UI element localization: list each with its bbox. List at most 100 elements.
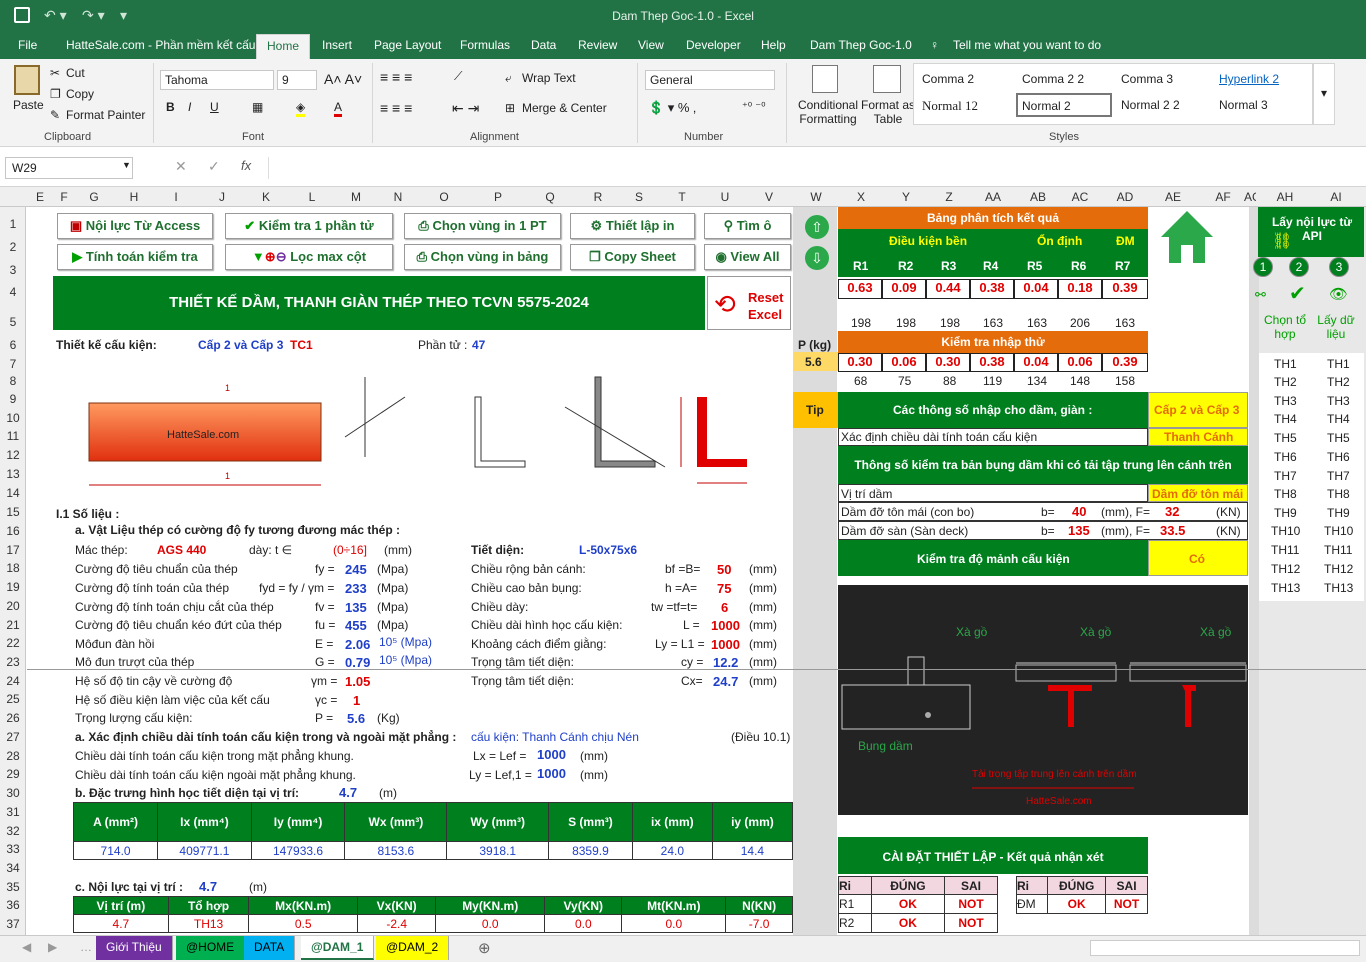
row-header[interactable]: 8	[0, 374, 26, 388]
conditional-formatting-icon[interactable]	[812, 65, 838, 93]
tab-dam-thep[interactable]: Dam Thep Goc-1.0	[810, 38, 912, 52]
reset-excel-button[interactable]: ⟲ Reset Excel	[707, 276, 791, 330]
list-item[interactable]: TH7	[1327, 469, 1350, 483]
list-item[interactable]: TH1	[1327, 357, 1350, 371]
roof-f-value[interactable]: 32	[1165, 504, 1179, 519]
trial-r4[interactable]: 0.38	[970, 353, 1014, 372]
trial-r7[interactable]: 0.39	[1102, 353, 1148, 372]
copy-button[interactable]: Copy	[66, 87, 94, 101]
list-item[interactable]: TH9	[1327, 506, 1350, 520]
length-calc-value[interactable]: Thanh Cánh	[1164, 430, 1233, 444]
tab-formulas[interactable]: Formulas	[460, 38, 510, 52]
row-header[interactable]: 10	[0, 411, 26, 425]
list-item[interactable]: TH10	[1271, 524, 1300, 538]
result-r4[interactable]: 0.38	[970, 279, 1014, 299]
row-header[interactable]: 15	[0, 505, 26, 519]
wrap-text-icon[interactable]: ⤶	[505, 71, 512, 86]
home-icon[interactable]	[1157, 207, 1217, 267]
col-header[interactable]: N	[388, 190, 408, 204]
tab-data-sheet[interactable]: DATA	[244, 936, 296, 960]
list-item[interactable]: TH4	[1327, 412, 1350, 426]
col-header[interactable]: AA	[981, 190, 1005, 204]
styles-more-icon[interactable]: ▾	[1313, 63, 1335, 125]
link-small-icon[interactable]: ⚯	[1255, 287, 1266, 303]
list-item[interactable]: TH11	[1324, 543, 1352, 557]
style-comma-2-2[interactable]: Comma 2 2	[1022, 72, 1084, 86]
col-header[interactable]: AE	[1161, 190, 1185, 204]
col-header[interactable]: P	[488, 190, 508, 204]
tab-review[interactable]: Review	[578, 38, 617, 52]
check-element-button[interactable]: ✔ Kiểm tra 1 phần tử	[225, 213, 393, 239]
deck-b-value[interactable]: 135	[1068, 523, 1090, 538]
borders-icon[interactable]: ▦	[252, 100, 263, 114]
tab-data[interactable]: Data	[531, 38, 556, 52]
api-forces-button[interactable]: Lấy nội lực từ API ⛓	[1258, 207, 1364, 257]
col-header[interactable]: AG	[1244, 190, 1256, 204]
enter-icon[interactable]: ✓	[208, 158, 220, 175]
weight-value[interactable]: 5.6	[805, 355, 822, 369]
arrow-up-icon[interactable]: ⇧	[805, 215, 829, 239]
copy-sheet-button[interactable]: ❐ Copy Sheet	[570, 244, 695, 270]
row-header[interactable]: 32	[0, 824, 26, 838]
list-item[interactable]: TH12	[1271, 562, 1300, 576]
grow-font-icon[interactable]: A˄ A˅	[324, 71, 362, 87]
row-header[interactable]: 1	[0, 217, 26, 231]
trial-r6[interactable]: 0.06	[1058, 353, 1102, 372]
list-item[interactable]: TH2	[1274, 375, 1297, 389]
conditional-formatting-button[interactable]: Conditional Formatting	[796, 98, 860, 126]
result-r6[interactable]: 0.18	[1058, 279, 1102, 299]
tab-view[interactable]: View	[638, 38, 664, 52]
col-header[interactable]: L	[302, 190, 322, 204]
col-header[interactable]: R	[588, 190, 608, 204]
access-forces-button[interactable]: ▣ Nội lực Từ Access	[57, 213, 213, 239]
trial-r2[interactable]: 0.06	[882, 353, 926, 372]
format-as-table-icon[interactable]	[873, 65, 901, 93]
font-name-combo[interactable]: Tahoma	[160, 70, 274, 90]
col-header[interactable]: Z	[939, 190, 959, 204]
decimal-icon[interactable]: ⁺⁰ ⁻⁰	[742, 100, 766, 113]
font-size-combo[interactable]: 9	[277, 70, 317, 90]
arrow-down-icon[interactable]: ⇩	[805, 246, 829, 270]
col-header[interactable]: AB	[1026, 190, 1050, 204]
style-normal-2-2[interactable]: Normal 2 2	[1121, 98, 1180, 112]
next-sheet-icon[interactable]: ▶	[48, 940, 57, 954]
col-header[interactable]: Q	[540, 190, 560, 204]
col-header[interactable]: V	[759, 190, 779, 204]
row-header[interactable]: 23	[0, 655, 26, 669]
name-box[interactable]: W29	[5, 157, 133, 179]
col-header[interactable]: S	[629, 190, 649, 204]
row-header[interactable]: 25	[0, 692, 26, 706]
row-header[interactable]: 28	[0, 749, 26, 763]
row-header[interactable]: 14	[0, 486, 26, 500]
row-header[interactable]: 20	[0, 599, 26, 613]
row-header[interactable]: 19	[0, 580, 26, 594]
row-header[interactable]: 21	[0, 618, 26, 632]
underline-button[interactable]: U	[210, 100, 219, 114]
name-box-dropdown-icon[interactable]: ▼	[122, 160, 131, 170]
merge-icon[interactable]: ⊞	[505, 101, 515, 115]
tab-dam-1[interactable]: @DAM_1	[301, 936, 375, 960]
col-header[interactable]: F	[56, 190, 72, 204]
style-comma-3[interactable]: Comma 3	[1121, 72, 1173, 86]
row-header[interactable]: 2	[0, 240, 26, 254]
row-header[interactable]: 17	[0, 543, 26, 557]
result-r1[interactable]: 0.63	[838, 279, 882, 299]
col-header[interactable]: U	[715, 190, 735, 204]
orientation-icon[interactable]: ⟋	[454, 69, 462, 84]
tab-dam-2[interactable]: @DAM_2	[376, 936, 450, 960]
tab-home-sheet[interactable]: @HOME	[176, 936, 246, 960]
style-comma-2[interactable]: Comma 2	[922, 72, 974, 86]
col-header[interactable]: K	[256, 190, 276, 204]
slenderness-check-value[interactable]: Có	[1189, 552, 1205, 566]
list-item[interactable]: TH10	[1324, 524, 1353, 538]
list-item[interactable]: TH12	[1324, 562, 1353, 576]
tab-page-layout[interactable]: Page Layout	[374, 38, 441, 52]
col-header[interactable]: AF	[1211, 190, 1235, 204]
row-header[interactable]: 6	[0, 338, 26, 352]
list-item[interactable]: TH9	[1274, 506, 1297, 520]
params-grade[interactable]: Cấp 2 và Cấp 3	[1154, 403, 1239, 417]
row-header[interactable]: 13	[0, 467, 26, 481]
list-item[interactable]: TH4	[1274, 412, 1297, 426]
tab-gioi-thieu[interactable]: Giới Thiệu	[96, 936, 173, 960]
trial-r5[interactable]: 0.04	[1014, 353, 1058, 372]
